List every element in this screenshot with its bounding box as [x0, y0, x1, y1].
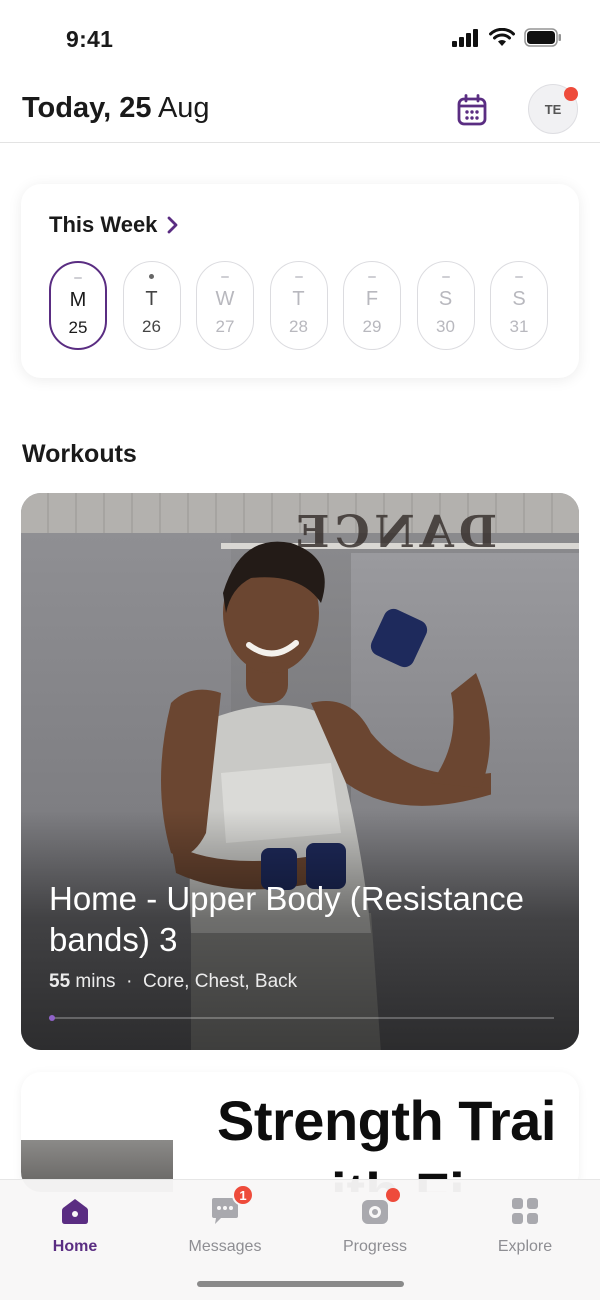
day-number: 29 [362, 317, 382, 336]
day-number: 27 [215, 317, 235, 336]
progress-notification-dot [386, 1188, 400, 1202]
day-indicator [221, 276, 229, 278]
chevron-right-icon [168, 216, 178, 234]
tab-label: Explore [497, 1238, 553, 1255]
day-indicator [74, 277, 82, 279]
day-monday[interactable]: M 25 [49, 261, 107, 350]
day-number: 25 [68, 318, 88, 337]
tab-messages[interactable]: 1 Messages [170, 1184, 280, 1256]
day-letter: F [365, 288, 379, 310]
tab-label: Messages [188, 1238, 262, 1255]
day-number: 28 [289, 317, 308, 336]
day-wednesday[interactable]: W 27 [196, 261, 254, 350]
day-number: 31 [509, 317, 529, 336]
day-thursday[interactable]: T 28 [269, 261, 328, 350]
avatar[interactable]: TE [528, 84, 578, 134]
this-week-link[interactable]: This Week [49, 212, 178, 238]
this-week-card: This Week M 25 T 26 W 27 T 28 F 29 S 30 … [21, 184, 579, 378]
day-indicator [368, 276, 376, 278]
workout-card-secondary[interactable]: Strength Trai ith Fi [21, 1072, 579, 1192]
carousel-track [49, 1017, 554, 1019]
day-letter: S [438, 288, 453, 310]
day-letter: W [215, 288, 235, 310]
status-bar: 9:41 [0, 0, 600, 80]
workout-duration: 55 [49, 971, 71, 992]
day-indicator [515, 276, 523, 278]
workout-card[interactable]: DANCE Home - Upper Body (Resistance band… [21, 493, 579, 1050]
day-number: 26 [142, 317, 161, 336]
tab-label: Progress [342, 1238, 408, 1255]
day-sunday[interactable]: S 31 [490, 261, 548, 350]
tab-explore[interactable]: Explore [470, 1194, 580, 1256]
calendar-button[interactable] [452, 90, 492, 130]
status-icons [452, 28, 562, 47]
workout-muscles: Core, Chest, Back [143, 971, 298, 992]
status-time: 9:41 [66, 26, 114, 52]
tab-label: Home [52, 1238, 98, 1255]
week-days: M 25 T 26 W 27 T 28 F 29 S 30 S 31 [49, 261, 548, 350]
page-title: Today, 25 Aug [22, 92, 210, 125]
home-icon [58, 1194, 92, 1228]
messages-icon: 1 [208, 1184, 254, 1228]
battery-icon [524, 28, 561, 47]
home-indicator [197, 1281, 404, 1287]
page-title-month: Aug [157, 92, 210, 124]
day-indicator [441, 276, 450, 278]
workout-title: Home - Upper Body (Resistance bands) 3 [49, 880, 525, 958]
this-week-heading: This Week [49, 212, 158, 237]
carousel-indicator [49, 1015, 55, 1021]
avatar-initials: TE [544, 101, 562, 117]
day-indicator [294, 276, 303, 278]
cellular-signal-icon [452, 28, 478, 47]
notification-dot [564, 87, 578, 101]
tab-home[interactable]: Home [20, 1194, 130, 1256]
messages-badge: 1 [232, 1184, 254, 1206]
day-letter: T [145, 288, 158, 310]
workout-meta: 55 mins · Core, Chest, Back [49, 971, 297, 993]
meta-separator: · [126, 971, 133, 992]
workouts-heading: Workouts [22, 440, 137, 468]
day-indicator [149, 274, 154, 279]
calendar-icon [457, 94, 487, 126]
page-title-date: Today, 25 [22, 92, 152, 124]
progress-icon [358, 1188, 400, 1228]
workout-duration-unit: mins [75, 971, 116, 992]
tab-progress[interactable]: Progress [320, 1188, 430, 1256]
header: Today, 25 Aug TE [0, 80, 600, 143]
explore-icon [508, 1194, 542, 1228]
day-letter: T [292, 288, 305, 310]
day-number: 30 [436, 317, 455, 336]
day-saturday[interactable]: S 30 [416, 261, 475, 350]
day-letter: M [69, 289, 87, 311]
wifi-icon [489, 28, 515, 46]
day-tuesday[interactable]: T 26 [122, 261, 181, 350]
workout-card-title: Strength Trai [217, 1089, 556, 1152]
day-letter: S [512, 288, 526, 310]
day-friday[interactable]: F 29 [343, 261, 401, 350]
